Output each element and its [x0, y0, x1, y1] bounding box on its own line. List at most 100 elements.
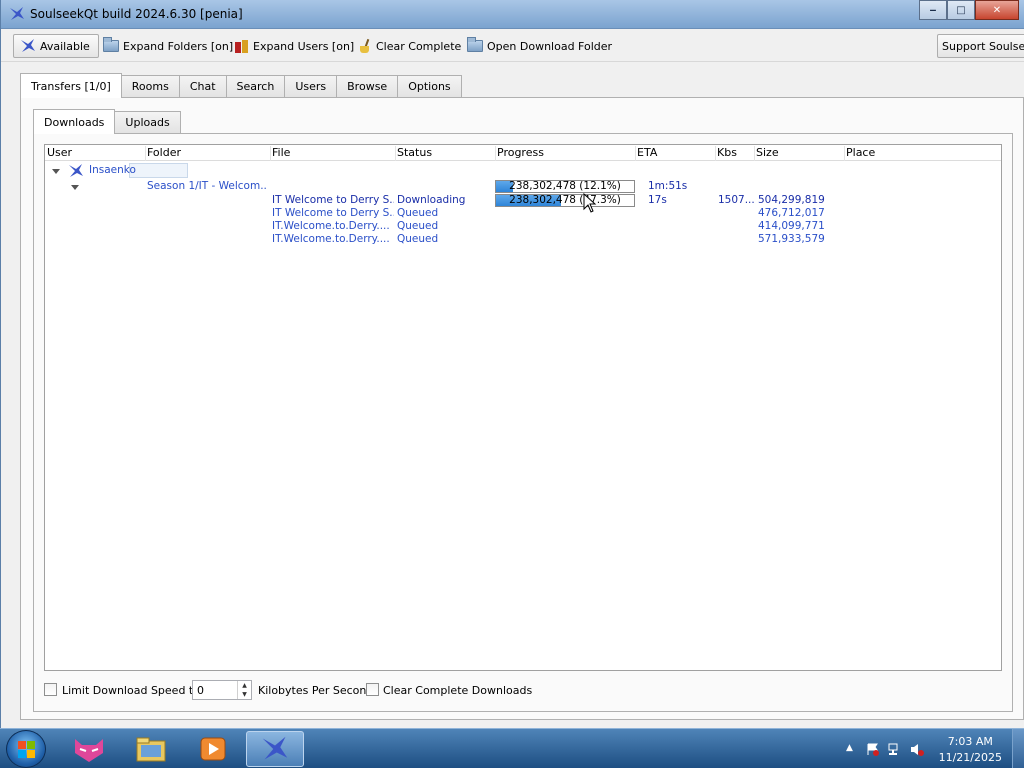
- show-hidden-icons-icon[interactable]: ▲: [846, 743, 860, 756]
- clear-complete-button[interactable]: Clear Complete: [357, 34, 464, 58]
- clock-date: 11/21/2025: [938, 751, 1002, 764]
- tab-uploads[interactable]: Uploads: [114, 111, 181, 133]
- open-download-folder-button[interactable]: Open Download Folder: [464, 34, 615, 58]
- column-header-folder[interactable]: Folder: [146, 146, 271, 161]
- support-label: Support Soulseek: [942, 39, 1024, 53]
- tab-chat[interactable]: Chat: [178, 75, 227, 97]
- file-status: Queued: [397, 220, 439, 232]
- spin-up-icon[interactable]: ▲: [238, 681, 251, 690]
- status-available-button[interactable]: Available: [13, 34, 99, 58]
- taskbar-explorer[interactable]: [122, 731, 180, 767]
- file-name: IT.Welcome.to.Derry....: [272, 233, 390, 245]
- toolbar: Available Expand Folders [on] Expand Use…: [1, 30, 1024, 62]
- maximize-button[interactable]: □: [947, 0, 975, 20]
- start-button[interactable]: [6, 730, 46, 768]
- limit-speed-checkbox[interactable]: [44, 683, 57, 696]
- column-header-eta[interactable]: ETA: [636, 146, 716, 161]
- folder-icon: [103, 37, 119, 52]
- file-size: 504,299,819: [758, 194, 825, 206]
- taskbar-media-player[interactable]: [184, 731, 242, 767]
- taskbar-clock[interactable]: 7:03 AM 11/21/2025: [939, 734, 1002, 766]
- column-header-size[interactable]: Size: [755, 146, 845, 161]
- expand-folders-button[interactable]: Expand Folders [on]: [100, 34, 236, 58]
- file-name: IT.Welcome.to.Derry....: [272, 220, 390, 232]
- file-status: Queued: [397, 207, 439, 219]
- folder-icon: [136, 737, 166, 762]
- expand-users-label: Expand Users [on]: [253, 39, 355, 53]
- file-size: 571,933,579: [758, 233, 825, 245]
- column-header-place[interactable]: Place: [845, 146, 1001, 161]
- window-controls: ‒ □ ✕: [919, 0, 1019, 20]
- column-header-user[interactable]: User: [46, 146, 146, 161]
- soulseek-bird-icon: [10, 7, 24, 20]
- expand-folders-label: Expand Folders [on]: [123, 39, 234, 53]
- spin-buttons[interactable]: ▲ ▼: [237, 681, 251, 699]
- folder-progress-text: 238,302,478 (12.1%): [509, 180, 621, 192]
- tab-downloads[interactable]: Downloads: [33, 109, 116, 134]
- status-label: Available: [40, 39, 90, 53]
- spin-down-icon[interactable]: ▼: [238, 690, 251, 699]
- expand-user-arrow[interactable]: [52, 169, 60, 174]
- open-download-folder-label: Open Download Folder: [487, 39, 613, 53]
- file-kbs: 1507...: [718, 194, 755, 206]
- main-tabs: Transfers [1/0] Rooms Chat Search Users …: [20, 73, 462, 98]
- folder-name[interactable]: Season 1/IT - Welcom...: [147, 180, 267, 193]
- expand-users-button[interactable]: Expand Users [on]: [232, 34, 357, 58]
- speed-limit-value: 0: [197, 684, 204, 697]
- soulseek-bird-icon: [21, 39, 35, 52]
- soulseek-window: SoulseekQt build 2024.6.30 [penia] ‒ □ ✕…: [0, 0, 1024, 728]
- file-progress-text: 238,302,478 (47.3%): [509, 194, 621, 206]
- transfer-subtabs: Downloads Uploads: [33, 109, 181, 134]
- tab-transfers[interactable]: Transfers [1/0]: [20, 73, 122, 98]
- title-bar[interactable]: SoulseekQt build 2024.6.30 [penia] ‒ □ ✕: [1, 0, 1024, 29]
- tab-options[interactable]: Options: [397, 75, 462, 97]
- speed-limit-spinbox[interactable]: 0 ▲ ▼: [192, 680, 252, 700]
- system-tray: ▲ 7:03 AM 11/21/2025: [824, 729, 1024, 768]
- clear-complete-downloads-checkbox[interactable]: [366, 683, 379, 696]
- volume-muted-icon[interactable]: [910, 743, 924, 756]
- tab-users[interactable]: Users: [284, 75, 338, 97]
- tab-browse[interactable]: Browse: [336, 75, 399, 97]
- tab-rooms[interactable]: Rooms: [120, 75, 180, 97]
- file-name: IT Welcome to Derry S...: [272, 194, 394, 206]
- minimize-button[interactable]: ‒: [919, 0, 947, 20]
- file-size: 476,712,017: [758, 207, 825, 219]
- downloads-table[interactable]: User Folder File Status Progress ETA Kbs…: [44, 144, 1002, 671]
- tab-search[interactable]: Search: [225, 75, 286, 97]
- clear-complete-label: Clear Complete: [376, 39, 462, 53]
- expand-folder-arrow[interactable]: [71, 185, 79, 190]
- broom-icon: [360, 39, 372, 53]
- speed-unit-label: Kilobytes Per Second: [258, 684, 374, 697]
- clear-complete-downloads-label: Clear Complete Downloads: [383, 684, 533, 697]
- folder-icon: [467, 37, 483, 52]
- windows-logo-icon: [18, 741, 36, 759]
- media-player-icon: [200, 737, 226, 761]
- column-header-progress[interactable]: Progress: [496, 146, 636, 161]
- column-header-file[interactable]: File: [271, 146, 396, 161]
- file-status: Queued: [397, 233, 439, 245]
- file-name: IT Welcome to Derry S...: [272, 207, 394, 219]
- taskbar-app-cat-icon[interactable]: [60, 731, 118, 767]
- window-title: SoulseekQt build 2024.6.30 [penia]: [30, 7, 243, 21]
- soulseek-bird-icon: [69, 164, 83, 177]
- user-row[interactable]: [129, 163, 188, 178]
- taskbar: ▲ 7:03 AM 11/21/2025: [0, 728, 1024, 768]
- file-eta: 17s: [648, 194, 667, 206]
- file-status: Downloading: [397, 194, 466, 206]
- network-icon[interactable]: [888, 743, 902, 756]
- users-icon: [235, 39, 249, 53]
- file-size: 414,099,771: [758, 220, 825, 232]
- clock-time: 7:03 AM: [947, 735, 993, 748]
- column-header-kbs[interactable]: Kbs: [716, 146, 755, 161]
- mouse-cursor-icon: [583, 193, 597, 213]
- limit-speed-label: Limit Download Speed to: [62, 684, 200, 697]
- show-desktop-button[interactable]: [1012, 729, 1024, 768]
- taskbar-soulseekqt[interactable]: [246, 731, 304, 767]
- support-soulseek-button[interactable]: Support Soulseek: [937, 34, 1024, 58]
- column-header-status[interactable]: Status: [396, 146, 496, 161]
- user-name: Insaenko: [89, 164, 136, 176]
- action-center-flag-icon[interactable]: [866, 743, 880, 756]
- download-options: Limit Download Speed to 0 ▲ ▼ Kilobytes …: [44, 680, 744, 700]
- close-button[interactable]: ✕: [975, 0, 1019, 20]
- soulseek-bird-icon: [262, 736, 288, 760]
